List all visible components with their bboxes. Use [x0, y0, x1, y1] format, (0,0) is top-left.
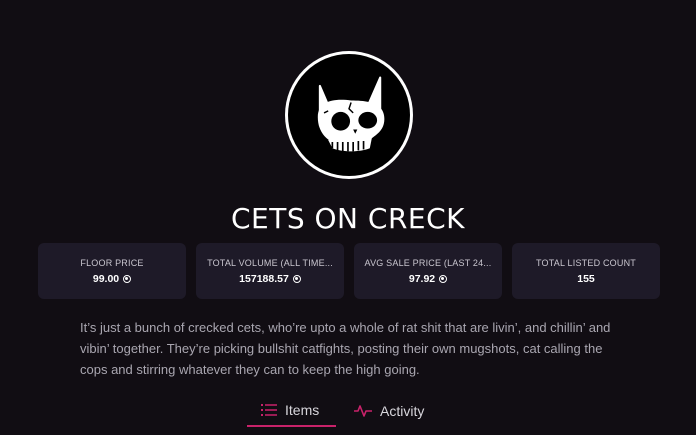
stat-value: 155	[577, 273, 595, 285]
collection-title: CETS ON CRECK	[230, 202, 465, 235]
stat-label: TOTAL VOLUME (ALL TIME...	[207, 258, 333, 268]
coin-icon	[123, 275, 132, 283]
tab-bar: Items Activity	[0, 395, 696, 435]
stats-row: FLOOR PRICE 99.00 TOTAL VOLUME (ALL TIME…	[38, 243, 660, 299]
tab-label: Activity	[380, 403, 425, 419]
activity-icon	[354, 405, 372, 417]
coin-icon	[439, 275, 448, 283]
collection-avatar	[285, 51, 413, 179]
stat-floor-price: FLOOR PRICE 99.00	[38, 243, 186, 299]
stat-total-listed-count: TOTAL LISTED COUNT 155	[512, 243, 660, 299]
stat-label: TOTAL LISTED COUNT	[536, 258, 636, 268]
tab-label: Items	[285, 402, 320, 418]
list-icon	[261, 404, 277, 416]
coin-icon	[292, 275, 301, 283]
stat-value: 157188.57	[239, 273, 289, 285]
collection-description: It’s just a bunch of crecked cets, who’r…	[80, 320, 611, 377]
stat-value: 99.00	[92, 273, 120, 285]
collection-page: CETS ON CRECK FLOOR PRICE 99.00 TOTAL VO…	[0, 0, 696, 435]
stat-avg-sale-price: AVG SALE PRICE (LAST 24... 97.92	[354, 243, 502, 299]
skull-cat-icon	[317, 76, 385, 152]
stat-label: FLOOR PRICE	[80, 258, 144, 268]
stat-total-volume: TOTAL VOLUME (ALL TIME... 157188.57	[196, 243, 344, 299]
tab-activity[interactable]: Activity	[354, 395, 424, 427]
stat-label: AVG SALE PRICE (LAST 24...	[364, 258, 492, 268]
tab-items[interactable]: Items	[247, 395, 336, 427]
stat-value: 97.92	[408, 273, 436, 285]
